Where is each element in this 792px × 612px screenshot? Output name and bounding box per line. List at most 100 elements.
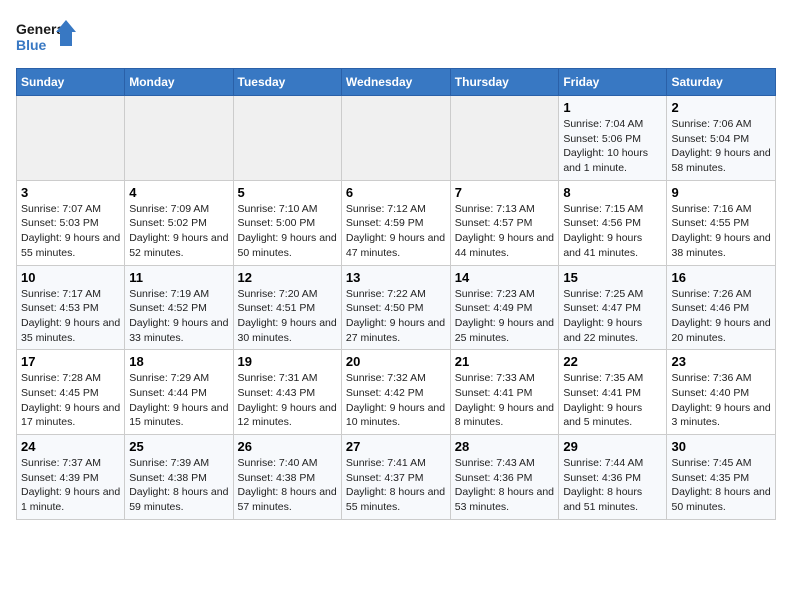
- day-header-friday: Friday: [559, 69, 667, 96]
- calendar-cell: [450, 96, 559, 181]
- day-number: 6: [346, 185, 446, 200]
- day-number: 14: [455, 270, 555, 285]
- calendar-cell: 24 Sunrise: 7:37 AM Sunset: 4:39 PM Dayli…: [17, 435, 125, 520]
- day-info: Sunrise: 7:13 AM Sunset: 4:57 PM Dayligh…: [455, 202, 555, 261]
- week-row-4: 17Sunrise: 7:28 AM Sunset: 4:45 PM Dayli…: [17, 350, 776, 435]
- day-info: Sunrise: 7:04 AM Sunset: 5:06 PM Dayligh…: [563, 117, 662, 176]
- day-info: Sunrise: 7:28 AM Sunset: 4:45 PM Dayligh…: [21, 371, 120, 430]
- day-info: Sunrise: 7:07 AM Sunset: 5:03 PM Dayligh…: [21, 202, 120, 261]
- day-info: Sunrise: 7:19 AM Sunset: 4:52 PM Dayligh…: [129, 287, 228, 346]
- calendar-cell: 9 Sunrise: 7:16 AM Sunset: 4:55 PM Daylig…: [667, 180, 776, 265]
- day-number: 20: [346, 354, 446, 369]
- day-header-wednesday: Wednesday: [341, 69, 450, 96]
- day-info: Sunrise: 7:22 AM Sunset: 4:50 PM Dayligh…: [346, 287, 446, 346]
- calendar-cell: 30 Sunrise: 7:45 AM Sunset: 4:35 PM Dayli…: [667, 435, 776, 520]
- calendar-cell: 5 Sunrise: 7:10 AM Sunset: 5:00 PM Daylig…: [233, 180, 341, 265]
- day-number: 5: [238, 185, 337, 200]
- day-header-thursday: Thursday: [450, 69, 559, 96]
- calendar-cell: 13 Sunrise: 7:22 AM Sunset: 4:50 PM Dayli…: [341, 265, 450, 350]
- day-info: Sunrise: 7:37 AM Sunset: 4:39 PM Dayligh…: [21, 456, 120, 515]
- day-number: 18: [129, 354, 228, 369]
- day-number: 11: [129, 270, 228, 285]
- calendar-header: SundayMondayTuesdayWednesdayThursdayFrid…: [17, 69, 776, 96]
- calendar-cell: 17Sunrise: 7:28 AM Sunset: 4:45 PM Dayli…: [17, 350, 125, 435]
- calendar-cell: 8 Sunrise: 7:15 AM Sunset: 4:56 PM Daylig…: [559, 180, 667, 265]
- logo-svg: General Blue: [16, 16, 76, 60]
- day-number: 15: [563, 270, 662, 285]
- day-info: Sunrise: 7:15 AM Sunset: 4:56 PM Dayligh…: [563, 202, 662, 261]
- calendar-cell: 1 Sunrise: 7:04 AM Sunset: 5:06 PM Daylig…: [559, 96, 667, 181]
- day-header-tuesday: Tuesday: [233, 69, 341, 96]
- calendar-cell: 11 Sunrise: 7:19 AM Sunset: 4:52 PM Dayli…: [125, 265, 233, 350]
- calendar-cell: 19 Sunrise: 7:31 AM Sunset: 4:43 PM Dayli…: [233, 350, 341, 435]
- header: General Blue: [16, 16, 776, 60]
- calendar-cell: 14 Sunrise: 7:23 AM Sunset: 4:49 PM Dayli…: [450, 265, 559, 350]
- day-number: 7: [455, 185, 555, 200]
- day-number: 9: [671, 185, 771, 200]
- day-info: Sunrise: 7:36 AM Sunset: 4:40 PM Dayligh…: [671, 371, 771, 430]
- day-info: Sunrise: 7:20 AM Sunset: 4:51 PM Dayligh…: [238, 287, 337, 346]
- day-info: Sunrise: 7:41 AM Sunset: 4:37 PM Dayligh…: [346, 456, 446, 515]
- day-info: Sunrise: 7:17 AM Sunset: 4:53 PM Dayligh…: [21, 287, 120, 346]
- day-header-monday: Monday: [125, 69, 233, 96]
- day-info: Sunrise: 7:39 AM Sunset: 4:38 PM Dayligh…: [129, 456, 228, 515]
- calendar-cell: 15 Sunrise: 7:25 AM Sunset: 4:47 PM Dayli…: [559, 265, 667, 350]
- day-info: Sunrise: 7:12 AM Sunset: 4:59 PM Dayligh…: [346, 202, 446, 261]
- day-number: 23: [671, 354, 771, 369]
- day-info: Sunrise: 7:16 AM Sunset: 4:55 PM Dayligh…: [671, 202, 771, 261]
- calendar-cell: [17, 96, 125, 181]
- week-row-5: 24 Sunrise: 7:37 AM Sunset: 4:39 PM Dayli…: [17, 435, 776, 520]
- calendar-cell: 7 Sunrise: 7:13 AM Sunset: 4:57 PM Daylig…: [450, 180, 559, 265]
- calendar-table: SundayMondayTuesdayWednesdayThursdayFrid…: [16, 68, 776, 520]
- day-info: Sunrise: 7:45 AM Sunset: 4:35 PM Dayligh…: [671, 456, 771, 515]
- calendar-cell: 23 Sunrise: 7:36 AM Sunset: 4:40 PM Dayli…: [667, 350, 776, 435]
- day-number: 13: [346, 270, 446, 285]
- calendar-cell: [233, 96, 341, 181]
- day-info: Sunrise: 7:33 AM Sunset: 4:41 PM Dayligh…: [455, 371, 555, 430]
- calendar-cell: [125, 96, 233, 181]
- week-row-2: 3Sunrise: 7:07 AM Sunset: 5:03 PM Daylig…: [17, 180, 776, 265]
- day-info: Sunrise: 7:10 AM Sunset: 5:00 PM Dayligh…: [238, 202, 337, 261]
- calendar-cell: 28Sunrise: 7:43 AM Sunset: 4:36 PM Dayli…: [450, 435, 559, 520]
- calendar-cell: 10 Sunrise: 7:17 AM Sunset: 4:53 PM Dayli…: [17, 265, 125, 350]
- day-info: Sunrise: 7:23 AM Sunset: 4:49 PM Dayligh…: [455, 287, 555, 346]
- day-header-sunday: Sunday: [17, 69, 125, 96]
- day-info: Sunrise: 7:06 AM Sunset: 5:04 PM Dayligh…: [671, 117, 771, 176]
- day-info: Sunrise: 7:31 AM Sunset: 4:43 PM Dayligh…: [238, 371, 337, 430]
- week-row-3: 10 Sunrise: 7:17 AM Sunset: 4:53 PM Dayli…: [17, 265, 776, 350]
- calendar-cell: 27 Sunrise: 7:41 AM Sunset: 4:37 PM Dayli…: [341, 435, 450, 520]
- day-info: Sunrise: 7:26 AM Sunset: 4:46 PM Dayligh…: [671, 287, 771, 346]
- day-number: 30: [671, 439, 771, 454]
- day-info: Sunrise: 7:44 AM Sunset: 4:36 PM Dayligh…: [563, 456, 662, 515]
- calendar-cell: 6 Sunrise: 7:12 AM Sunset: 4:59 PM Daylig…: [341, 180, 450, 265]
- day-number: 1: [563, 100, 662, 115]
- week-row-1: 1 Sunrise: 7:04 AM Sunset: 5:06 PM Daylig…: [17, 96, 776, 181]
- day-number: 29: [563, 439, 662, 454]
- day-number: 28: [455, 439, 555, 454]
- calendar-cell: 18 Sunrise: 7:29 AM Sunset: 4:44 PM Dayli…: [125, 350, 233, 435]
- day-info: Sunrise: 7:25 AM Sunset: 4:47 PM Dayligh…: [563, 287, 662, 346]
- day-number: 24: [21, 439, 120, 454]
- calendar-cell: 21 Sunrise: 7:33 AM Sunset: 4:41 PM Dayli…: [450, 350, 559, 435]
- svg-text:Blue: Blue: [16, 37, 47, 53]
- calendar-cell: [341, 96, 450, 181]
- day-number: 8: [563, 185, 662, 200]
- calendar-cell: 26Sunrise: 7:40 AM Sunset: 4:38 PM Dayli…: [233, 435, 341, 520]
- day-number: 26: [238, 439, 337, 454]
- day-number: 25: [129, 439, 228, 454]
- calendar-cell: 29 Sunrise: 7:44 AM Sunset: 4:36 PM Dayli…: [559, 435, 667, 520]
- day-number: 22: [563, 354, 662, 369]
- calendar-cell: 12Sunrise: 7:20 AM Sunset: 4:51 PM Dayli…: [233, 265, 341, 350]
- day-number: 4: [129, 185, 228, 200]
- day-number: 27: [346, 439, 446, 454]
- logo: General Blue: [16, 16, 76, 60]
- day-number: 10: [21, 270, 120, 285]
- calendar-cell: 16Sunrise: 7:26 AM Sunset: 4:46 PM Dayli…: [667, 265, 776, 350]
- day-info: Sunrise: 7:32 AM Sunset: 4:42 PM Dayligh…: [346, 371, 446, 430]
- calendar-cell: 3Sunrise: 7:07 AM Sunset: 5:03 PM Daylig…: [17, 180, 125, 265]
- calendar-cell: 25 Sunrise: 7:39 AM Sunset: 4:38 PM Dayli…: [125, 435, 233, 520]
- day-number: 19: [238, 354, 337, 369]
- calendar-cell: 22Sunrise: 7:35 AM Sunset: 4:41 PM Dayli…: [559, 350, 667, 435]
- day-info: Sunrise: 7:29 AM Sunset: 4:44 PM Dayligh…: [129, 371, 228, 430]
- day-number: 21: [455, 354, 555, 369]
